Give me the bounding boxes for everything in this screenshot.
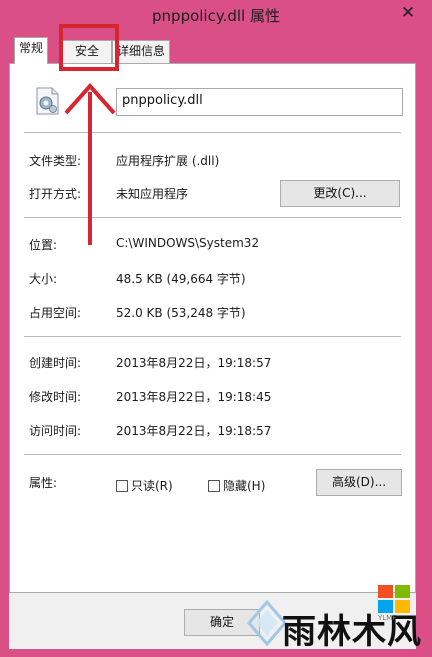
separator	[24, 217, 401, 218]
modified-value: 2013年8月22日，19:18:45	[116, 390, 272, 404]
watermark-subtext: YLMF	[378, 614, 397, 622]
hidden-checkbox-label: 隐藏(H)	[223, 479, 266, 493]
separator	[24, 336, 401, 337]
hidden-checkbox-box[interactable]	[208, 480, 220, 492]
tab-general[interactable]: 常规	[14, 37, 49, 64]
size-value: 48.5 KB (49,664 字节)	[116, 272, 246, 286]
readonly-checkbox[interactable]: 只读(R)	[116, 477, 173, 494]
readonly-checkbox-label: 只读(R)	[131, 479, 173, 493]
file-type-value: 应用程序扩展 (.dll)	[116, 154, 220, 168]
separator	[24, 132, 401, 133]
advanced-button[interactable]: 高级(D)...	[316, 469, 402, 496]
dll-file-icon	[36, 87, 59, 115]
location-value: C:\WINDOWS\System32	[116, 236, 260, 250]
size-label: 大小:	[29, 272, 58, 286]
watermark-text: 雨林木风	[282, 612, 422, 652]
created-label: 创建时间:	[29, 356, 82, 370]
opens-with-label: 打开方式:	[29, 187, 82, 201]
tab-details[interactable]: 详细信息	[112, 40, 171, 63]
location-label: 位置:	[29, 238, 58, 252]
modified-label: 修改时间:	[29, 390, 82, 404]
created-value: 2013年8月22日，19:18:57	[116, 356, 272, 370]
title-bar: pnppolicy.dll 属性 ✕	[0, 0, 432, 32]
hidden-checkbox[interactable]: 隐藏(H)	[208, 477, 265, 494]
close-icon[interactable]: ✕	[398, 2, 418, 24]
file-name-input[interactable]: pnppolicy.dll	[116, 88, 403, 116]
accessed-value: 2013年8月22日，19:18:57	[116, 424, 272, 438]
watermark-diamond-icon	[247, 600, 287, 646]
general-tab-panel: pnppolicy.dll 文件类型: 应用程序扩展 (.dll) 打开方式: …	[9, 63, 416, 593]
separator	[24, 454, 401, 455]
change-button[interactable]: 更改(C)...	[280, 180, 400, 207]
window-title: pnppolicy.dll 属性	[152, 7, 280, 25]
attributes-label: 属性:	[29, 476, 58, 490]
accessed-label: 访问时间:	[29, 424, 82, 438]
size-on-disk-label: 占用空间:	[29, 306, 82, 320]
file-type-label: 文件类型:	[29, 154, 82, 168]
readonly-checkbox-box[interactable]	[116, 480, 128, 492]
tab-security[interactable]: 安全	[62, 40, 112, 63]
opens-with-value: 未知应用程序	[116, 187, 189, 201]
size-on-disk-value: 52.0 KB (53,248 字节)	[116, 306, 246, 320]
